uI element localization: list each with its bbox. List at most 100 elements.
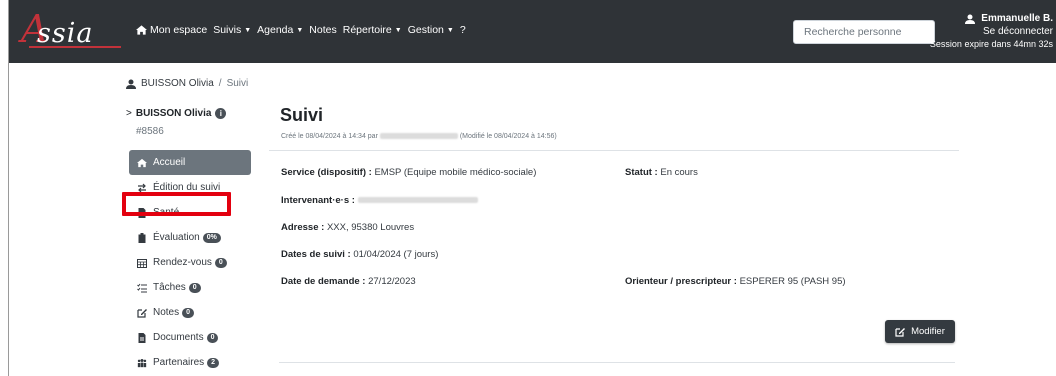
file-icon bbox=[138, 332, 146, 343]
user-block: Emmanuelle B. Se déconnecter Session exp… bbox=[930, 12, 1053, 51]
sidebar-item-label: Tâches bbox=[153, 282, 186, 293]
count-badge: 0 bbox=[188, 282, 201, 293]
dates-label: Dates de suivi : bbox=[281, 249, 351, 260]
chevron-right-icon: > bbox=[126, 108, 132, 119]
user-icon bbox=[965, 14, 976, 24]
service-value: EMSP (Equipe mobile médico-sociale) bbox=[374, 167, 537, 178]
field-statut: Statut : En cours bbox=[625, 167, 698, 178]
clipboard-icon bbox=[138, 232, 146, 243]
nav-gestion[interactable]: Gestion ▼ bbox=[408, 24, 454, 36]
person-name: BUISSON Olivia bbox=[135, 108, 212, 119]
sidebar-item-accueil[interactable]: Accueil bbox=[129, 150, 251, 175]
caret-down-icon: ▼ bbox=[446, 26, 454, 34]
users-icon bbox=[137, 358, 147, 367]
sidebar-item-taches[interactable]: Tâches 0 bbox=[129, 275, 251, 300]
sidebar-item-label: Documents bbox=[153, 332, 204, 343]
nav-help-label: ? bbox=[459, 24, 466, 36]
breadcrumb: BUISSON Olivia / Suivi bbox=[126, 78, 248, 89]
sidebar-item-notes[interactable]: Notes 0 bbox=[129, 300, 251, 325]
user-menu[interactable]: Emmanuelle B. bbox=[930, 12, 1053, 25]
redacted-author bbox=[379, 133, 458, 140]
logo-underline bbox=[29, 46, 121, 48]
person-id: #8586 bbox=[136, 126, 164, 137]
field-demande: Date de demande : 27/12/2023 bbox=[281, 276, 416, 287]
demande-value: 27/12/2023 bbox=[368, 276, 416, 287]
edit-icon bbox=[137, 308, 147, 318]
field-dates: Dates de suivi : 01/04/2024 (7 jours) bbox=[281, 249, 438, 260]
modify-button[interactable]: Modifier bbox=[885, 320, 955, 343]
evaluation-badge: 0% bbox=[202, 232, 221, 243]
count-badge: 2 bbox=[207, 357, 220, 368]
nav-agenda-label: Agenda bbox=[257, 24, 294, 36]
page-title: Suivi bbox=[280, 105, 324, 125]
adresse-label: Adresse : bbox=[281, 222, 325, 233]
count-badge: 0 bbox=[206, 332, 219, 343]
home-icon bbox=[136, 25, 147, 35]
sidebar-item-label: Accueil bbox=[153, 157, 186, 168]
sidebar-item-label: Rendez-vous bbox=[153, 257, 212, 268]
app-logo[interactable]: A ssia bbox=[17, 6, 129, 58]
breadcrumb-current: Suivi bbox=[226, 78, 249, 89]
created-text: Créé le 08/04/2024 à 14:34 par bbox=[281, 133, 378, 140]
logout-link[interactable]: Se déconnecter bbox=[930, 25, 1053, 38]
logo-text: ssia bbox=[37, 18, 94, 49]
home-icon bbox=[137, 158, 147, 167]
user-icon bbox=[126, 79, 136, 89]
statut-value: En cours bbox=[660, 167, 698, 178]
count-badge: 0 bbox=[214, 257, 227, 268]
caret-down-icon: ▼ bbox=[244, 26, 252, 34]
nav-suivis[interactable]: Suivis ▼ bbox=[213, 24, 251, 36]
sidebar-nav: Accueil Édition du suivi Santé Évaluatio… bbox=[129, 150, 251, 375]
statut-label: Statut : bbox=[625, 167, 658, 178]
main-menu: Mon espace Suivis ▼ Agenda ▼ Notes Réperto… bbox=[136, 24, 472, 36]
nav-agenda[interactable]: Agenda ▼ bbox=[257, 24, 303, 36]
nav-notes[interactable]: Notes bbox=[309, 24, 336, 36]
nav-repertoire[interactable]: Répertoire ▼ bbox=[343, 24, 402, 36]
breadcrumb-person[interactable]: BUISSON Olivia bbox=[141, 78, 214, 89]
top-navbar: A ssia Mon espace Suivis ▼ Agenda ▼ Notes … bbox=[9, 0, 1056, 63]
adresse-value: XXX, 95380 Louvres bbox=[326, 222, 415, 233]
sidebar-person-name[interactable]: > BUISSON Olivia i bbox=[126, 108, 227, 119]
calendar-icon bbox=[137, 258, 147, 268]
sidebar-item-evaluation[interactable]: Évaluation 0% bbox=[129, 225, 251, 250]
field-orienteur: Orienteur / prescripteur : ESPERER 95 (P… bbox=[625, 276, 846, 287]
sidebar-item-documents[interactable]: Documents 0 bbox=[129, 325, 251, 350]
intervenants-label: Intervenant·e·s : bbox=[281, 195, 355, 206]
modified-text: (Modifié le 08/04/2024 à 14:56) bbox=[459, 133, 557, 140]
divider bbox=[279, 362, 955, 363]
info-icon[interactable]: i bbox=[215, 108, 227, 119]
orienteur-label: Orienteur / prescripteur : bbox=[625, 276, 737, 287]
sidebar-item-label: Évaluation bbox=[153, 232, 200, 243]
nav-gestion-label: Gestion bbox=[407, 24, 444, 36]
nav-notes-label: Notes bbox=[309, 24, 337, 36]
field-service: Service (dispositif) : EMSP (Equipe mobi… bbox=[281, 167, 536, 178]
demande-label: Date de demande : bbox=[281, 276, 366, 287]
redacted-intervenants bbox=[357, 197, 478, 204]
session-timer: Session expire dans 44mn 32s bbox=[929, 39, 1053, 49]
nav-suivis-label: Suivis bbox=[213, 24, 242, 36]
exchange-icon bbox=[138, 183, 146, 192]
nav-home-label: Mon espace bbox=[150, 24, 208, 36]
nav-home[interactable]: Mon espace bbox=[136, 24, 207, 36]
annotation-highlight bbox=[122, 192, 231, 216]
sidebar-item-label: Notes bbox=[153, 307, 180, 318]
service-label: Service (dispositif) : bbox=[281, 167, 372, 178]
caret-down-icon: ▼ bbox=[296, 26, 304, 34]
count-badge: 0 bbox=[182, 307, 195, 318]
app-frame: A ssia Mon espace Suivis ▼ Agenda ▼ Notes … bbox=[8, 0, 1056, 376]
search-person-input[interactable] bbox=[793, 20, 935, 44]
nav-repertoire-label: Répertoire bbox=[342, 24, 392, 36]
user-name: Emmanuelle B. bbox=[981, 13, 1053, 24]
nav-help[interactable]: ? bbox=[460, 24, 466, 36]
sidebar-item-label: Partenaires bbox=[153, 357, 205, 368]
created-meta: Créé le 08/04/2024 à 14:34 par (Modifié … bbox=[281, 133, 557, 140]
breadcrumb-separator: / bbox=[218, 78, 222, 89]
modify-label: Modifier bbox=[911, 326, 945, 337]
edit-icon bbox=[895, 327, 906, 337]
divider bbox=[269, 150, 959, 151]
caret-down-icon: ▼ bbox=[394, 26, 402, 34]
orienteur-value: ESPERER 95 (PASH 95) bbox=[739, 276, 846, 287]
sidebar-item-rendez-vous[interactable]: Rendez-vous 0 bbox=[129, 250, 251, 275]
sidebar-item-partenaires[interactable]: Partenaires 2 bbox=[129, 350, 251, 375]
field-adresse: Adresse : XXX, 95380 Louvres bbox=[281, 222, 414, 233]
